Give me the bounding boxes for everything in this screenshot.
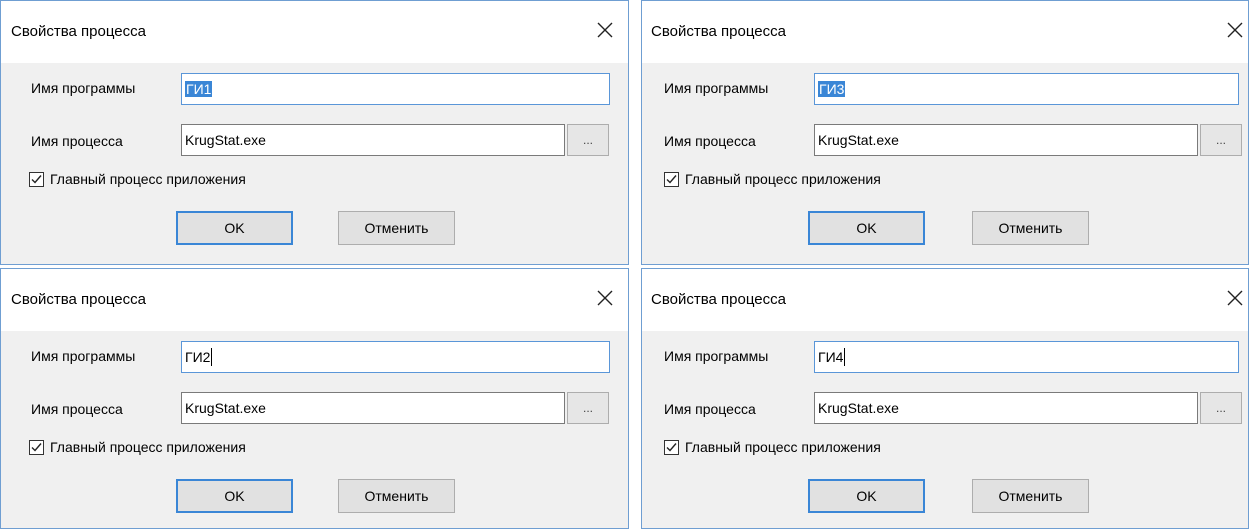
main-process-checkbox[interactable]: Главный процесс приложения: [664, 439, 881, 455]
process-name-label: Имя процесса: [31, 133, 123, 149]
program-name-label: Имя программы: [664, 80, 769, 96]
process-name-input[interactable]: KrugStat.exe: [181, 124, 565, 156]
ok-button[interactable]: OK: [176, 479, 293, 513]
text-caret: [844, 348, 846, 366]
main-process-checkbox[interactable]: Главный процесс приложения: [29, 439, 246, 455]
checkmark-icon: [666, 442, 677, 452]
process-name-value: KrugStat.exe: [185, 132, 266, 148]
main-process-checkbox[interactable]: Главный процесс приложения: [29, 171, 246, 187]
checkbox-box[interactable]: [664, 439, 679, 455]
process-name-value: KrugStat.exe: [818, 132, 899, 148]
cancel-button[interactable]: Отменить: [338, 211, 455, 245]
ok-button[interactable]: OK: [808, 479, 925, 513]
dialog-title: Свойства процесса: [11, 291, 146, 308]
close-icon[interactable]: [1226, 289, 1244, 307]
program-name-input[interactable]: ГИ3: [814, 73, 1239, 105]
main-process-label: Главный процесс приложения: [50, 439, 246, 455]
browse-button[interactable]: ...: [1200, 392, 1242, 424]
cancel-button[interactable]: Отменить: [972, 479, 1089, 513]
process-name-input[interactable]: KrugStat.exe: [181, 392, 565, 424]
checkmark-icon: [31, 442, 42, 452]
title-bar: Свойства процесса: [1, 1, 628, 63]
main-process-label: Главный процесс приложения: [685, 439, 881, 455]
program-name-value: ГИ2: [185, 349, 211, 365]
program-name-label: Имя программы: [31, 80, 136, 96]
checkmark-icon: [666, 174, 677, 184]
process-name-value: KrugStat.exe: [185, 400, 266, 416]
program-name-label: Имя программы: [31, 348, 136, 364]
main-process-label: Главный процесс приложения: [685, 171, 881, 187]
main-process-label: Главный процесс приложения: [50, 171, 246, 187]
browse-button[interactable]: ...: [567, 124, 609, 156]
checkbox-box[interactable]: [29, 171, 44, 187]
program-name-value: ГИ3: [818, 81, 846, 97]
main-process-checkbox[interactable]: Главный процесс приложения: [664, 171, 881, 187]
process-name-input[interactable]: KrugStat.exe: [814, 124, 1198, 156]
program-name-value: ГИ4: [818, 349, 844, 365]
title-bar: Свойства процесса: [642, 269, 1248, 331]
ok-button[interactable]: OK: [176, 211, 293, 245]
program-name-input[interactable]: ГИ4: [814, 341, 1239, 373]
dialog-title: Свойства процесса: [651, 23, 786, 40]
process-name-label: Имя процесса: [31, 401, 123, 417]
process-name-input[interactable]: KrugStat.exe: [814, 392, 1198, 424]
dialog-title: Свойства процесса: [651, 291, 786, 308]
program-name-input[interactable]: ГИ1: [181, 73, 610, 105]
close-icon[interactable]: [1226, 21, 1244, 39]
browse-button[interactable]: ...: [567, 392, 609, 424]
browse-button[interactable]: ...: [1200, 124, 1242, 156]
process-name-label: Имя процесса: [664, 133, 756, 149]
process-name-value: KrugStat.exe: [818, 400, 899, 416]
process-properties-dialog-1: Свойства процесса Имя программы ГИ1 Имя …: [0, 0, 629, 265]
checkbox-box[interactable]: [29, 439, 44, 455]
program-name-label: Имя программы: [664, 348, 769, 364]
close-icon[interactable]: [596, 21, 614, 39]
title-bar: Свойства процесса: [642, 1, 1248, 63]
program-name-input[interactable]: ГИ2: [181, 341, 610, 373]
process-properties-dialog-2: Свойства процесса Имя программы ГИ2 Имя …: [0, 268, 629, 529]
ok-button[interactable]: OK: [808, 211, 925, 245]
text-caret: [211, 348, 213, 366]
cancel-button[interactable]: Отменить: [338, 479, 455, 513]
process-properties-dialog-3: Свойства процесса Имя программы ГИ3 Имя …: [641, 0, 1249, 265]
checkbox-box[interactable]: [664, 171, 679, 187]
close-icon[interactable]: [596, 289, 614, 307]
checkmark-icon: [31, 174, 42, 184]
program-name-value: ГИ1: [185, 81, 213, 97]
process-name-label: Имя процесса: [664, 401, 756, 417]
process-properties-dialog-4: Свойства процесса Имя программы ГИ4 Имя …: [641, 268, 1249, 529]
cancel-button[interactable]: Отменить: [972, 211, 1089, 245]
dialog-title: Свойства процесса: [11, 23, 146, 40]
title-bar: Свойства процесса: [1, 269, 628, 331]
